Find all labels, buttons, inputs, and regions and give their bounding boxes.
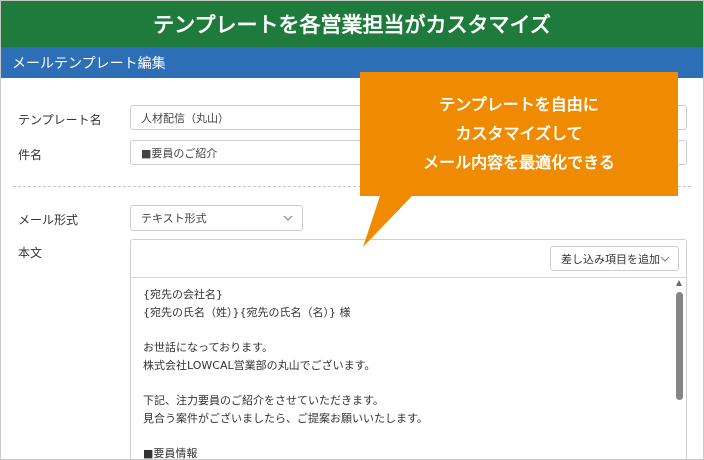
template-name-value: 人材配信（丸山）	[141, 111, 229, 125]
chevron-down-icon	[283, 215, 293, 221]
mail-format-value: テキスト形式	[141, 212, 207, 225]
body-line: 見合う案件がございましたら、ご提案お願いいたします。	[143, 412, 428, 425]
body-line: ■要員情報	[143, 447, 198, 460]
banner-title: テンプレートを各営業担当がカスタマイズ	[153, 13, 551, 37]
body-line: {宛先の会社名}	[143, 288, 223, 301]
scroll-up-arrow-icon[interactable]	[676, 280, 682, 286]
mail-format-label: メール形式	[18, 213, 79, 227]
body-line: お世話になっております。	[143, 341, 274, 354]
body-editor[interactable]: 差し込み項目を追加 {宛先の会社名} {宛先の氏名（姓）}{宛先の氏名（名）} …	[130, 239, 687, 460]
editor-toolbar-divider	[131, 277, 686, 278]
callout-line-3: メール内容を最適化できる	[423, 153, 615, 172]
subject-label: 件名	[18, 148, 43, 162]
mail-format-select[interactable]: テキスト形式	[130, 205, 303, 231]
body-line: 下記、注力要員のご紹介をさせていただきます。	[143, 394, 384, 407]
scrollbar-thumb[interactable]	[676, 292, 683, 400]
body-label: 本文	[18, 246, 43, 260]
callout-line-1: テンプレートを自由に	[439, 95, 599, 114]
template-name-label: テンプレート名	[18, 113, 102, 127]
callout-balloon: テンプレートを自由に カスタマイズして メール内容を最適化できる	[360, 72, 678, 247]
callout-line-2: カスタマイズして	[455, 124, 582, 143]
feature-banner: テンプレートを各営業担当がカスタマイズ	[1, 1, 703, 47]
chevron-down-icon	[660, 256, 670, 262]
body-line: 株式会社LOWCAL営業部の丸山でございます。	[143, 359, 376, 372]
editor-scrollbar[interactable]	[675, 280, 684, 459]
body-line-blank	[143, 428, 663, 445]
body-line-blank	[143, 375, 663, 392]
subject-value: ■要員のご紹介	[141, 146, 218, 160]
insert-field-label: 差し込み項目を追加	[561, 252, 660, 266]
body-line-blank	[143, 322, 663, 339]
body-textarea[interactable]: {宛先の会社名} {宛先の氏名（姓）}{宛先の氏名（名）} 様 お世話になってお…	[143, 286, 663, 460]
body-line: {宛先の氏名（姓）}{宛先の氏名（名）} 様	[143, 306, 351, 319]
screenshot-frame: テンプレートを各営業担当がカスタマイズ メールテンプレート編集 テンプレート名 …	[0, 0, 704, 460]
section-title: メールテンプレート編集	[12, 55, 166, 72]
